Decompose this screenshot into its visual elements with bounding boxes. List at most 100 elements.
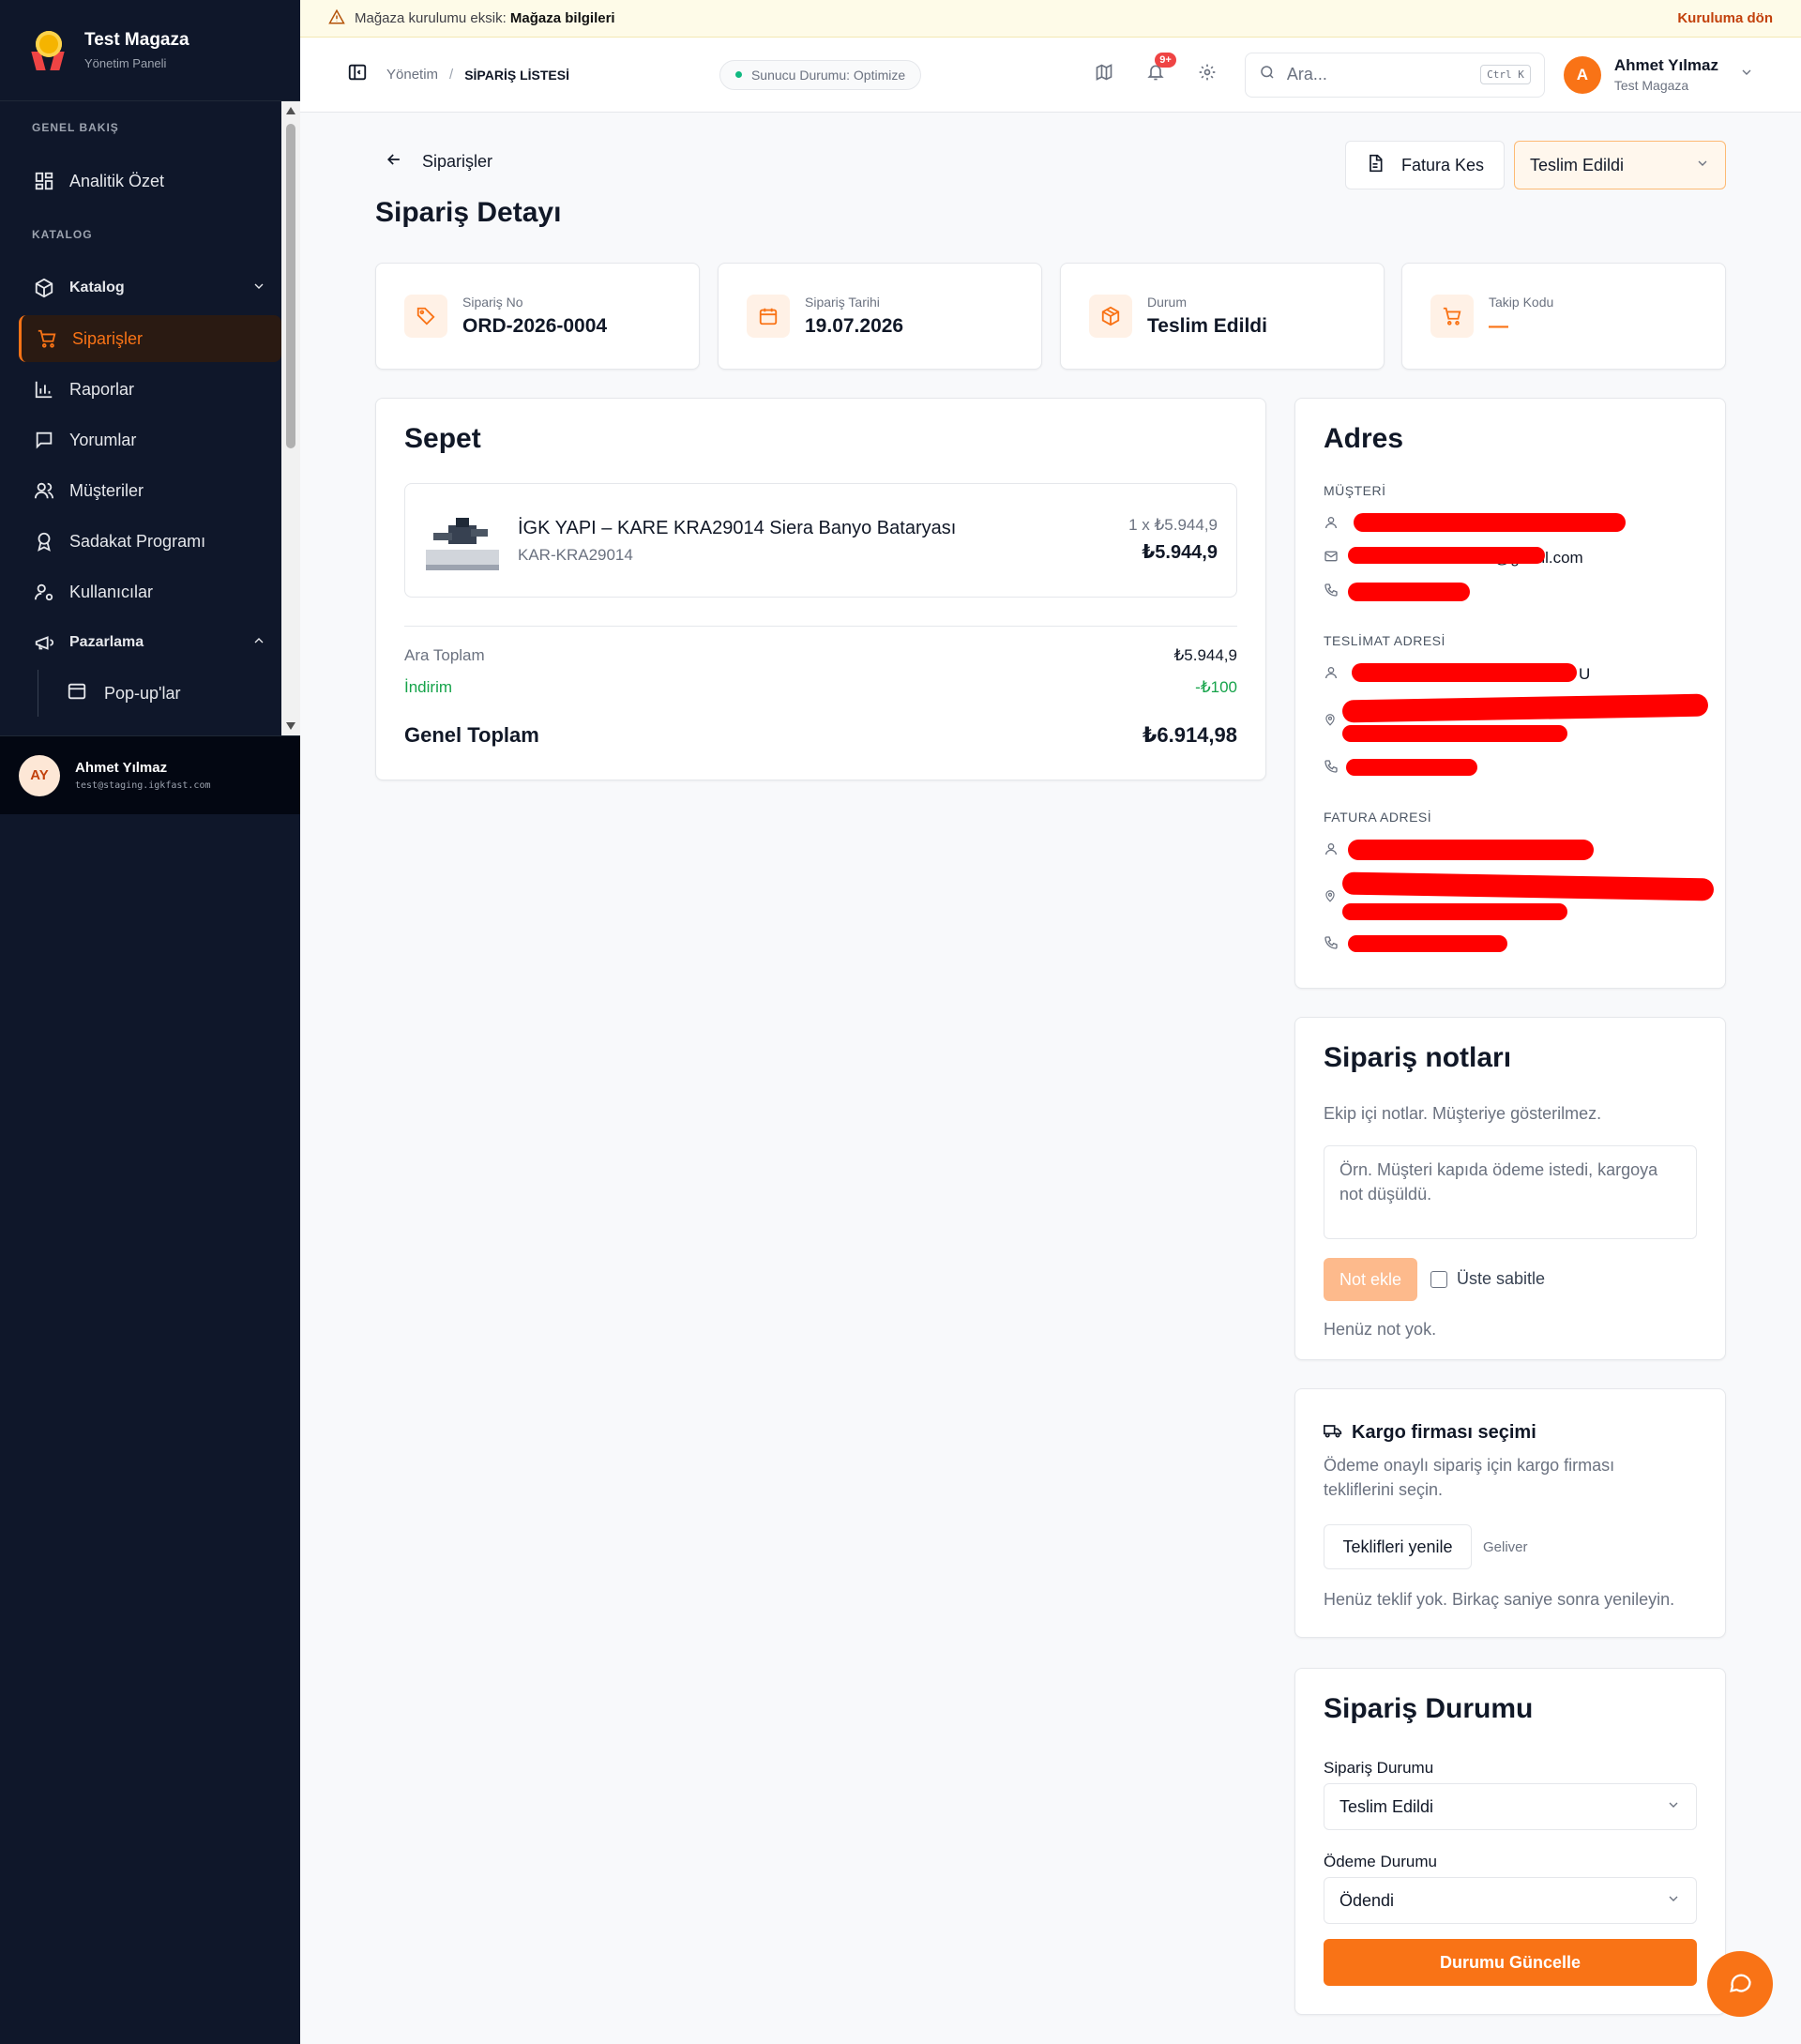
scroll-up-icon[interactable]	[286, 107, 295, 114]
package-icon	[1089, 295, 1132, 338]
discount-label: İndirim	[404, 678, 453, 696]
mail-icon	[1324, 549, 1344, 568]
sidebar-item-popups[interactable]: Pop-up'lar	[38, 670, 281, 717]
banner-text: Mağaza kurulumu eksik:	[355, 10, 507, 26]
shipping-card: Kargo firması seçimi Ödeme onaylı sipari…	[1294, 1388, 1726, 1638]
chat-button[interactable]	[1707, 1951, 1773, 2017]
redaction-mark	[1348, 935, 1507, 952]
sidebar-item-label: Yorumlar	[69, 430, 137, 449]
back-label: Siparişler	[422, 152, 493, 171]
cart-item[interactable]: İGK YAPI – KARE KRA29014 Siera Banyo Bat…	[404, 483, 1237, 598]
sidebar-item-customers[interactable]: Müşteriler	[19, 467, 281, 514]
scrollbar-thumb[interactable]	[286, 124, 295, 448]
user-email: test@staging.igkfast.com	[75, 780, 211, 791]
chevron-up-icon	[251, 633, 266, 653]
brand-subtitle: Yönetim Paneli	[84, 56, 167, 70]
sidebar-nav: GENEL BAKIŞ Analitik Özet KATALOG Katalo…	[0, 101, 300, 735]
breadcrumb-home[interactable]: Yönetim	[386, 67, 438, 83]
stat-order-no: Sipariş No ORD-2026-0004	[375, 263, 700, 370]
delivery-label: TESLİMAT ADRESİ	[1324, 633, 1445, 648]
warning-icon	[328, 8, 345, 29]
stat-tracking: Takip Kodu —	[1401, 263, 1726, 370]
sidebar-item-reports[interactable]: Raporlar	[19, 366, 281, 413]
phone-icon	[1324, 935, 1344, 955]
redaction-mark	[1348, 583, 1470, 601]
sidebar-item-label: Analitik Özet	[69, 171, 165, 190]
redaction-mark	[1346, 759, 1477, 776]
calendar-icon	[747, 295, 790, 338]
total-value: ₺6.914,98	[1143, 723, 1237, 747]
sidebar-item-reviews[interactable]: Yorumlar	[19, 416, 281, 463]
order-status-select[interactable]: Teslim Edildi	[1324, 1783, 1697, 1830]
shipping-title: Kargo firması seçimi	[1352, 1422, 1536, 1443]
checkbox-icon[interactable]	[1430, 1270, 1447, 1288]
shipping-heading: Kargo firması seçimi	[1324, 1421, 1536, 1445]
payment-status-select[interactable]: Ödendi	[1324, 1877, 1697, 1924]
stat-label: Sipariş Tarihi	[805, 295, 880, 310]
back-link[interactable]: Siparişler	[385, 150, 492, 174]
chat-icon	[1727, 1969, 1753, 2000]
settings-button[interactable]	[1188, 56, 1226, 94]
update-status-button[interactable]: Durumu Güncelle	[1324, 1939, 1697, 1986]
box-icon	[32, 276, 56, 300]
window-icon	[67, 681, 91, 705]
shipping-provider: Geliver	[1483, 1539, 1528, 1555]
sidebar-item-orders[interactable]: Siparişler	[19, 315, 281, 362]
status-select-top[interactable]: Teslim Edildi	[1514, 141, 1726, 189]
user-menu[interactable]: A Ahmet Yılmaz Test Magaza	[1563, 55, 1754, 94]
sidebar-item-label: Kullanıcılar	[69, 582, 154, 601]
grid-icon	[32, 169, 56, 193]
pin-label: Üste sabitle	[1457, 1269, 1546, 1288]
notes-card: Sipariş notları Ekip içi notlar. Müşteri…	[1294, 1017, 1726, 1360]
notes-subtitle: Ekip içi notlar. Müşteriye gösterilmez.	[1324, 1104, 1602, 1123]
pin-checkbox[interactable]: Üste sabitle	[1430, 1269, 1545, 1289]
megaphone-icon	[32, 630, 56, 655]
sidebar-toggle-icon[interactable]	[347, 62, 368, 87]
invoice-button[interactable]: Fatura Kes	[1345, 141, 1505, 189]
sidebar-item-loyalty[interactable]: Sadakat Programı	[19, 518, 281, 565]
header-user-store: Test Magaza	[1613, 78, 1689, 93]
sidebar-item-analytics[interactable]: Analitik Özet	[19, 158, 281, 204]
redaction-mark	[1352, 663, 1577, 682]
payment-status-value: Ödendi	[1339, 1890, 1395, 1910]
status-select-value: Teslim Edildi	[1530, 155, 1625, 174]
sidebar-item-label: Müşteriler	[69, 480, 144, 500]
stat-value: ORD-2026-0004	[462, 315, 608, 337]
user-cog-icon	[32, 580, 56, 604]
notifications-button[interactable]: 9+	[1137, 52, 1176, 94]
note-textarea[interactable]: Örn. Müşteri kapıda ödeme istedi, kargoy…	[1324, 1145, 1697, 1239]
add-note-button[interactable]: Not ekle	[1324, 1258, 1417, 1301]
breadcrumb-separator: /	[449, 67, 454, 83]
cart-title: Sepet	[404, 423, 481, 454]
back-to-setup-link[interactable]: Kuruluma dön	[1677, 10, 1773, 26]
search-box[interactable]: Ara... Ctrl K	[1244, 52, 1545, 98]
page-title: Sipariş Detayı	[375, 197, 562, 228]
search-input[interactable]: Ara...	[1287, 65, 1480, 84]
tag-icon	[404, 295, 447, 338]
avatar: A	[1563, 55, 1601, 94]
gear-icon	[1198, 63, 1217, 86]
cart-icon	[35, 326, 59, 351]
sidebar-item-users[interactable]: Kullanıcılar	[19, 568, 281, 615]
subtotal-value: ₺5.944,9	[1173, 646, 1237, 664]
scroll-down-icon[interactable]	[286, 722, 295, 730]
brand[interactable]: Test Magaza Yönetim Paneli	[0, 0, 300, 101]
banner-bold[interactable]: Mağaza bilgileri	[510, 10, 615, 26]
sidebar-item-catalog[interactable]: Katalog	[19, 265, 281, 311]
map-pin-icon	[1324, 713, 1344, 731]
breadcrumb-current: SİPARİŞ LİSTESİ	[464, 67, 569, 83]
discount-row: İndirim -₺100	[404, 678, 1237, 697]
product-name[interactable]: İGK YAPI – KARE KRA29014 Siera Banyo Bat…	[518, 518, 956, 539]
nav-section-catalog: KATALOG	[32, 228, 93, 241]
status-dot-icon	[734, 71, 742, 78]
sidebar-item-label: Siparişler	[72, 328, 144, 348]
sidebar-scrollbar[interactable]	[281, 101, 300, 735]
order-status-value: Teslim Edildi	[1339, 1796, 1434, 1816]
sidebar-item-marketing[interactable]: Pazarlama	[19, 619, 281, 666]
arrow-left-icon	[385, 150, 403, 174]
breadcrumb: Yönetim / SİPARİŞ LİSTESİ	[386, 67, 569, 83]
user-name: Ahmet Yılmaz	[75, 760, 168, 776]
sidebar-user[interactable]: AY Ahmet Yılmaz test@staging.igkfast.com	[0, 735, 300, 814]
refresh-offers-button[interactable]: Teklifleri yenile	[1324, 1524, 1472, 1569]
map-button[interactable]	[1085, 56, 1123, 94]
